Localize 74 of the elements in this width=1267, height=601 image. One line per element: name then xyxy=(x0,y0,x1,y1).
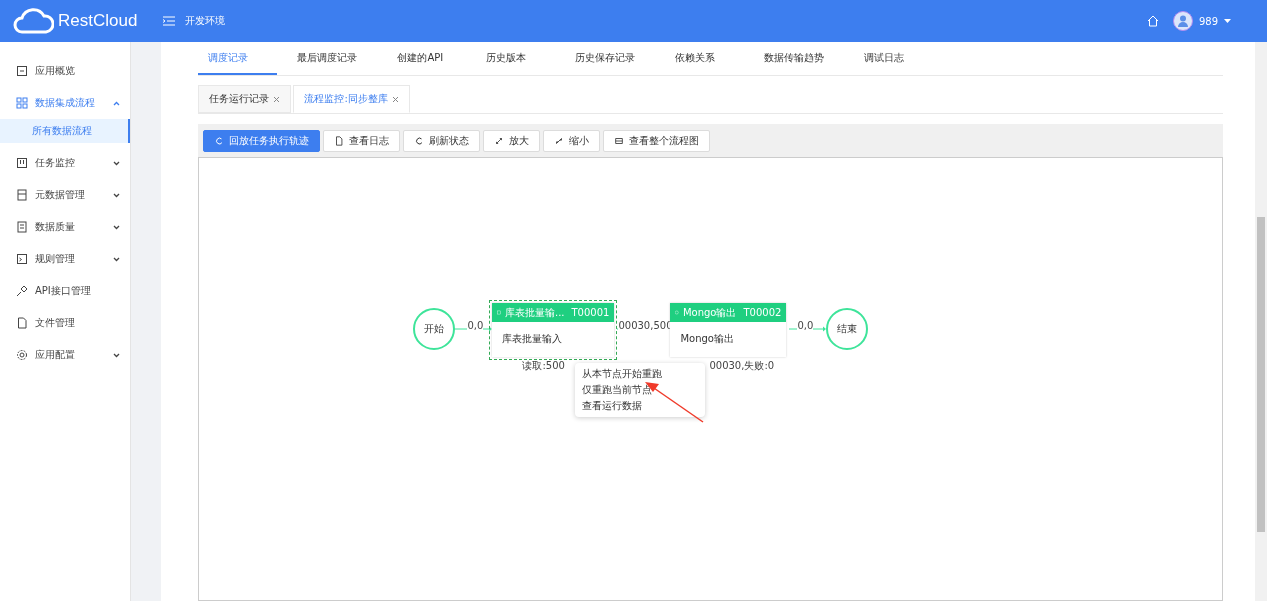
list-icon xyxy=(614,136,625,146)
end-node[interactable]: 结束 xyxy=(826,308,869,350)
cloud-logo-icon xyxy=(12,7,54,35)
zoom-in-icon xyxy=(494,136,505,146)
user-name[interactable]: 989 xyxy=(1198,15,1218,27)
sidebar-item[interactable]: 应用概览 xyxy=(0,55,130,87)
link-icon xyxy=(16,285,28,297)
tab[interactable]: 数据传输趋势 xyxy=(754,42,845,75)
sidebar-item[interactable]: 数据集成流程 xyxy=(0,87,130,119)
file-icon xyxy=(334,136,345,146)
sidebar-item[interactable]: 任务监控 xyxy=(0,147,130,179)
replay-icon xyxy=(214,136,225,146)
environment-label[interactable]: 开发环境 xyxy=(185,14,226,28)
quality-icon xyxy=(16,221,28,233)
sidebar-subitem[interactable]: 所有数据流程 xyxy=(0,119,130,143)
chevron-icon xyxy=(112,192,120,198)
toolbar-button[interactable]: 刷新状态 xyxy=(403,130,481,152)
menu-item[interactable]: 查看运行数据 xyxy=(575,398,706,414)
monitor-icon xyxy=(16,157,28,169)
stats-label: 00030,失败:0 xyxy=(709,359,775,373)
grid-icon xyxy=(16,97,28,109)
toolbar-button[interactable]: 放大 xyxy=(483,130,541,152)
edge-label: 0,0 xyxy=(467,320,484,331)
file-icon xyxy=(16,317,28,329)
chevron-icon xyxy=(112,100,120,106)
home-icon[interactable] xyxy=(1146,15,1159,27)
sidebar-item[interactable]: 文件管理 xyxy=(0,307,130,339)
page-tab[interactable]: 任务运行记录 xyxy=(198,85,292,113)
table-icon xyxy=(497,308,501,317)
menu-icon[interactable] xyxy=(163,16,176,26)
sidebar-item[interactable]: 规则管理 xyxy=(0,243,130,275)
database-icon xyxy=(675,308,679,317)
tab[interactable]: 依赖关系 xyxy=(665,42,745,75)
sidebar-item[interactable]: 元数据管理 xyxy=(0,179,130,211)
zoom-out-icon xyxy=(554,136,565,146)
page-tab[interactable]: 流程监控:同步整库 xyxy=(293,85,410,113)
chevron-icon xyxy=(112,160,120,166)
stats-label: 读取:500 xyxy=(522,359,565,373)
task-title: 库表批量输... xyxy=(504,305,565,320)
toolbar-button[interactable]: 查看日志 xyxy=(323,130,401,152)
gear-icon xyxy=(16,349,28,361)
tab[interactable]: 调度记录 xyxy=(198,42,278,75)
toolbar-button[interactable]: 回放任务执行轨迹 xyxy=(203,130,321,152)
task-title: Mongo输出 xyxy=(682,305,737,320)
task-description: Mongo输出 xyxy=(679,332,735,346)
task-description: 库表批量输入 xyxy=(501,332,564,346)
caret-icon[interactable] xyxy=(1224,19,1231,23)
tab[interactable]: 历史版本 xyxy=(476,42,556,75)
edge-label: 0,0 xyxy=(797,320,814,331)
tab[interactable]: 最后调度记录 xyxy=(287,42,378,75)
refresh-icon xyxy=(414,136,425,146)
logo-text: RestCloud xyxy=(58,11,138,31)
menu-item[interactable]: 从本节点开始重跑 xyxy=(575,366,706,382)
close-icon[interactable] xyxy=(273,95,281,103)
task-node[interactable]: 库表批量输... T00001 库表批量输入 xyxy=(489,300,618,360)
chevron-icon xyxy=(112,256,120,262)
sidebar-item[interactable]: 数据质量 xyxy=(0,211,130,243)
sidebar-item[interactable]: API接口管理 xyxy=(0,275,130,307)
start-node[interactable]: 开始 xyxy=(413,308,456,350)
close-icon[interactable] xyxy=(391,95,399,103)
tab[interactable]: 调试日志 xyxy=(854,42,934,75)
toolbar-button[interactable]: 缩小 xyxy=(543,130,601,152)
task-id: T00001 xyxy=(571,307,610,318)
chevron-icon xyxy=(112,352,120,358)
tab[interactable]: 创建的API xyxy=(387,42,467,75)
scrollbar-thumb[interactable] xyxy=(1257,217,1265,532)
chevron-icon xyxy=(112,224,120,230)
task-id: T00002 xyxy=(743,307,782,318)
toolbar-button[interactable]: 查看整个流程图 xyxy=(603,130,711,152)
sidebar-item[interactable]: 应用配置 xyxy=(0,339,130,371)
avatar-icon[interactable] xyxy=(1172,11,1193,31)
tab[interactable]: 历史保存记录 xyxy=(565,42,656,75)
overview-icon xyxy=(16,65,28,77)
metadata-icon xyxy=(16,189,28,201)
